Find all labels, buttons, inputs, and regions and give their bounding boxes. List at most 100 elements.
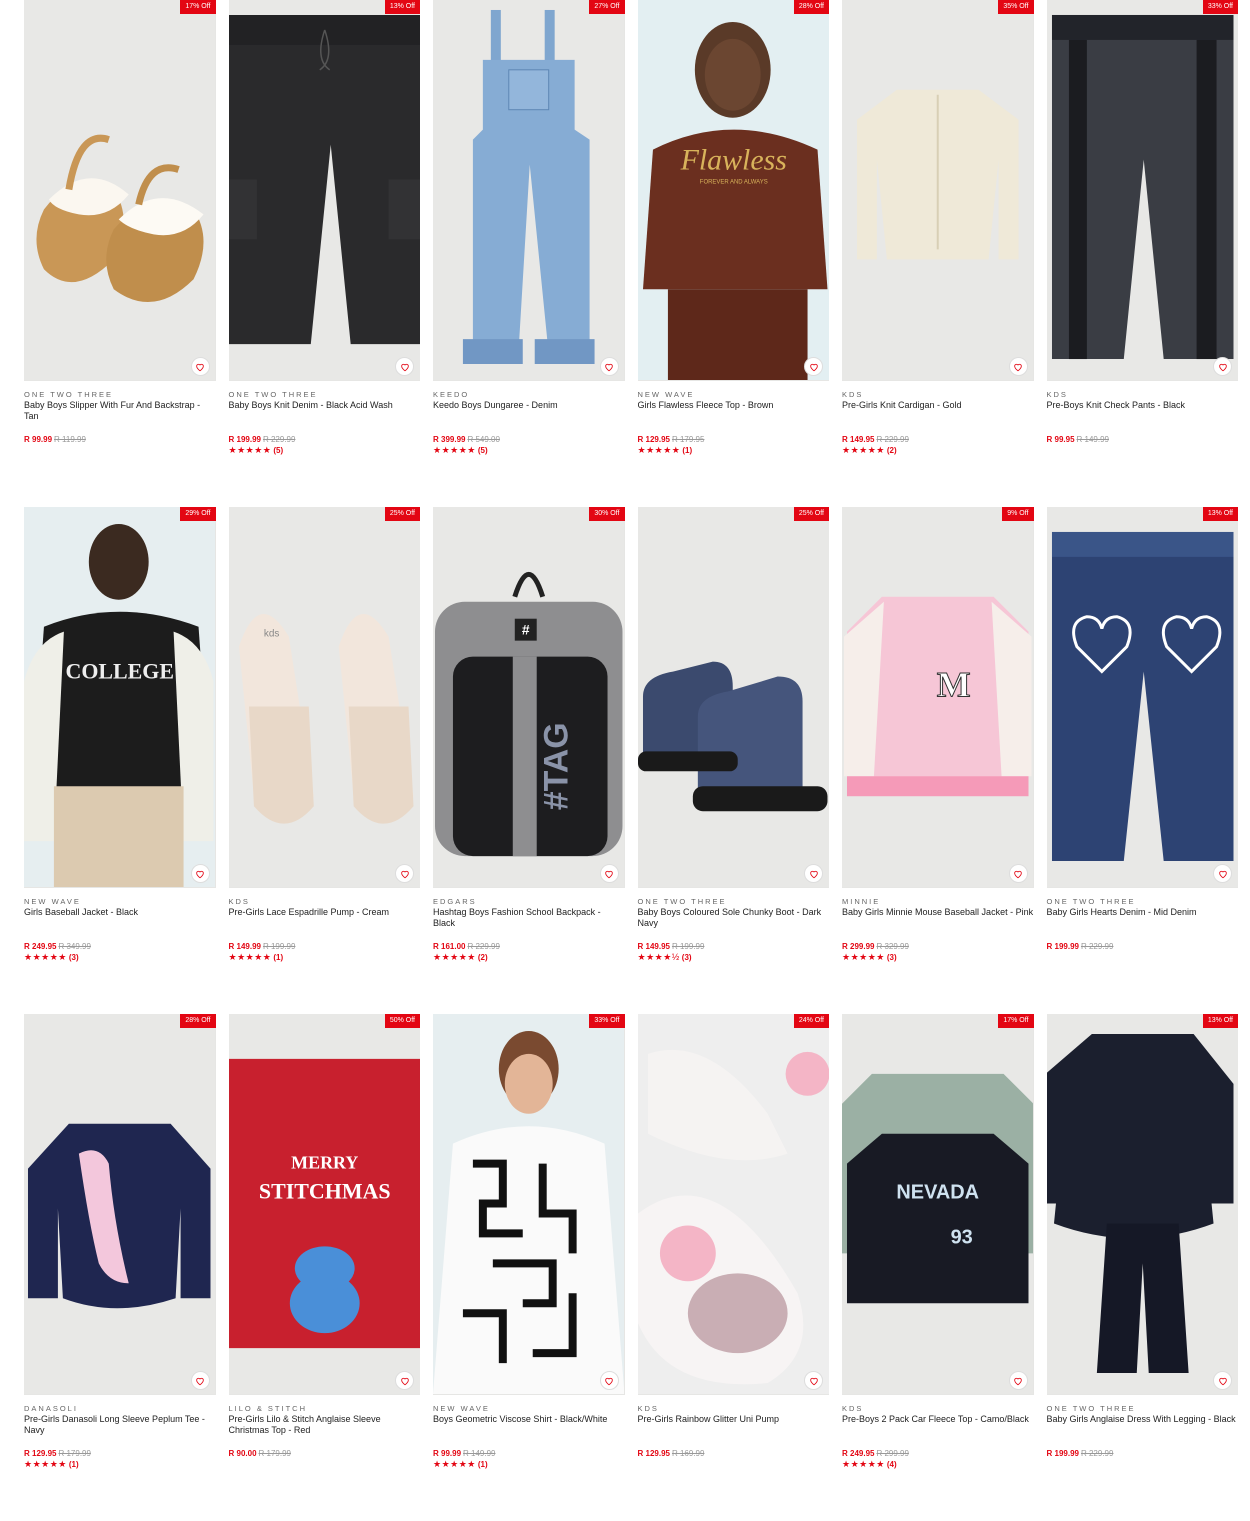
product-name[interactable]: Boys Geometric Viscose Shirt - Black/Whi… bbox=[433, 1414, 625, 1448]
product-rating[interactable] bbox=[1047, 952, 1239, 963]
product-image[interactable]: 24% Off bbox=[637, 1014, 829, 1395]
wishlist-button[interactable] bbox=[1008, 1371, 1028, 1390]
product-image[interactable]: # #TAG 30% Off bbox=[433, 507, 625, 888]
product-rating[interactable] bbox=[1047, 1459, 1239, 1470]
product-card[interactable]: 13% Off ONE TWO THREE Baby Boys Knit Den… bbox=[228, 0, 421, 507]
product-card[interactable]: MERRY STITCHMAS 50% Off LILO & STITCH Pr… bbox=[228, 1014, 421, 1521]
product-image[interactable]: 17% Off bbox=[24, 0, 216, 381]
product-name[interactable]: Pre-Boys Knit Check Pants - Black bbox=[1047, 400, 1239, 434]
product-rating[interactable]: ★★★★★ (4) bbox=[842, 1459, 1034, 1470]
product-image[interactable]: 33% Off bbox=[1046, 0, 1238, 381]
product-name[interactable]: Baby Boys Slipper With Fur And Backstrap… bbox=[24, 400, 216, 434]
product-image[interactable]: 25% Off bbox=[637, 507, 829, 888]
sale-price: R 199.99 bbox=[228, 435, 261, 444]
product-image[interactable]: 35% Off bbox=[842, 0, 1034, 381]
product-image[interactable]: Flawless FOREVER AND ALWAYS 28% Off bbox=[637, 0, 829, 381]
product-name[interactable]: Pre-Girls Lilo & Stitch Anglaise Sleeve … bbox=[229, 1414, 421, 1448]
product-name[interactable]: Girls Flawless Fleece Top - Brown bbox=[638, 400, 830, 434]
product-name[interactable]: Pre-Girls Lace Espadrille Pump - Cream bbox=[229, 907, 421, 941]
product-card[interactable]: COLLEGE 29% Off NEW WAVE Girls Baseball … bbox=[24, 507, 216, 1014]
review-count: (2) bbox=[477, 953, 488, 962]
product-rating[interactable]: ★★★★★ (1) bbox=[229, 952, 421, 963]
product-image[interactable]: 28% Off bbox=[24, 1014, 216, 1395]
product-rating[interactable]: ★★★★★ (2) bbox=[842, 445, 1034, 456]
original-price: R 229.99 bbox=[1080, 1449, 1114, 1458]
product-name[interactable]: Pre-Boys 2 Pack Car Fleece Top - Camo/Bl… bbox=[842, 1414, 1034, 1448]
product-card[interactable]: 33% Off NEW WAVE Boys Geometric Viscose … bbox=[433, 1014, 625, 1521]
product-name[interactable]: Pre-Girls Knit Cardigan - Gold bbox=[842, 400, 1034, 434]
wishlist-button[interactable] bbox=[1213, 1371, 1232, 1390]
product-name[interactable]: Baby Girls Anglaise Dress With Legging -… bbox=[1047, 1414, 1239, 1448]
product-card[interactable]: 24% Off KDS Pre-Girls Rainbow Glitter Un… bbox=[637, 1014, 830, 1521]
product-name[interactable]: Keedo Boys Dungaree - Denim bbox=[433, 400, 625, 434]
product-card[interactable]: 17% Off ONE TWO THREE Baby Boys Slipper … bbox=[24, 0, 216, 507]
wishlist-button[interactable] bbox=[190, 357, 210, 376]
product-name[interactable]: Hashtag Boys Fashion School Backpack - B… bbox=[433, 907, 625, 941]
product-prices: R 249.95 R 349.99 bbox=[24, 941, 216, 952]
product-name[interactable]: Baby Girls Hearts Denim - Mid Denim bbox=[1047, 907, 1239, 941]
product-name[interactable]: Baby Boys Knit Denim - Black Acid Wash bbox=[229, 400, 421, 434]
original-price: R 329.99 bbox=[876, 942, 909, 951]
product-name[interactable]: Pre-Girls Rainbow Glitter Uni Pump bbox=[638, 1414, 830, 1448]
wishlist-button[interactable] bbox=[395, 357, 414, 376]
product-image[interactable]: 33% Off bbox=[433, 1014, 625, 1395]
wishlist-button[interactable] bbox=[190, 864, 210, 883]
wishlist-button[interactable] bbox=[804, 864, 823, 883]
wishlist-button[interactable] bbox=[190, 1371, 210, 1390]
wishlist-button[interactable] bbox=[1008, 357, 1028, 376]
product-rating[interactable]: ★★★★★ (3) bbox=[24, 952, 216, 963]
product-rating[interactable] bbox=[1047, 445, 1239, 456]
product-image[interactable]: MERRY STITCHMAS 50% Off bbox=[228, 1014, 420, 1395]
product-rating[interactable]: ★★★★½ (3) bbox=[638, 952, 830, 963]
product-prices: R 129.95 R 179.95 bbox=[638, 434, 830, 445]
product-image[interactable]: 13% Off bbox=[228, 0, 420, 381]
wishlist-button[interactable] bbox=[1008, 864, 1028, 883]
wishlist-button[interactable] bbox=[395, 864, 414, 883]
product-image[interactable]: 13% Off bbox=[1046, 1014, 1238, 1395]
product-card[interactable]: Flawless FOREVER AND ALWAYS 28% Off NEW … bbox=[637, 0, 830, 507]
product-card[interactable]: kds 25% Off KDS Pre-Girls Lace Espadrill… bbox=[228, 507, 421, 1014]
product-name[interactable]: Pre-Girls Danasoli Long Sleeve Peplum Te… bbox=[24, 1414, 216, 1448]
product-card[interactable]: 33% Off KDS Pre-Boys Knit Check Pants - … bbox=[1046, 0, 1239, 507]
wishlist-button[interactable] bbox=[1213, 357, 1232, 376]
product-rating[interactable]: ★★★★★ (1) bbox=[638, 445, 830, 456]
product-rating[interactable]: ★★★★★ (3) bbox=[842, 952, 1034, 963]
wishlist-button[interactable] bbox=[599, 1371, 619, 1390]
product-rating[interactable]: ★★★★★ (1) bbox=[24, 1459, 216, 1470]
product-rating[interactable]: ★★★★★ (5) bbox=[433, 445, 625, 456]
product-card[interactable]: 35% Off KDS Pre-Girls Knit Cardigan - Go… bbox=[842, 0, 1034, 507]
product-rating[interactable]: ★★★★★ (5) bbox=[229, 445, 421, 456]
product-grid: 17% Off ONE TWO THREE Baby Boys Slipper … bbox=[24, 0, 1238, 1521]
product-card[interactable]: NEVADA 93 17% Off KDS Pre-Boys 2 Pack Ca… bbox=[842, 1014, 1034, 1521]
product-image[interactable]: 27% Off bbox=[433, 0, 625, 381]
product-card[interactable]: M 9% Off MINNIE Baby Girls Minnie Mouse … bbox=[842, 507, 1034, 1014]
product-name[interactable]: Baby Girls Minnie Mouse Baseball Jacket … bbox=[842, 907, 1034, 941]
product-rating[interactable] bbox=[229, 1459, 421, 1470]
product-card[interactable]: 27% Off KEEDO Keedo Boys Dungaree - Deni… bbox=[433, 0, 625, 507]
wishlist-button[interactable] bbox=[599, 864, 619, 883]
product-card[interactable]: 25% Off ONE TWO THREE Baby Boys Coloured… bbox=[637, 507, 830, 1014]
product-rating[interactable] bbox=[638, 1459, 830, 1470]
wishlist-button[interactable] bbox=[1213, 864, 1232, 883]
wishlist-button[interactable] bbox=[804, 1371, 823, 1390]
product-card[interactable]: # #TAG 30% Off EDGARS Hashtag Boys Fashi… bbox=[433, 507, 625, 1014]
product-image[interactable]: M 9% Off bbox=[842, 507, 1034, 888]
product-card[interactable]: 28% Off DANASOLI Pre-Girls Danasoli Long… bbox=[24, 1014, 216, 1521]
product-card[interactable]: 13% Off ONE TWO THREE Baby Girls Hearts … bbox=[1046, 507, 1239, 1014]
original-price: R 229.99 bbox=[467, 942, 500, 951]
wishlist-button[interactable] bbox=[599, 357, 619, 376]
product-image[interactable]: kds 25% Off bbox=[228, 507, 420, 888]
wishlist-button[interactable] bbox=[395, 1371, 414, 1390]
product-name[interactable]: Baby Boys Coloured Sole Chunky Boot - Da… bbox=[638, 907, 830, 941]
product-rating[interactable] bbox=[24, 445, 216, 456]
product-image[interactable]: COLLEGE 29% Off bbox=[24, 507, 216, 888]
product-image[interactable]: NEVADA 93 17% Off bbox=[842, 1014, 1034, 1395]
product-card[interactable]: 13% Off ONE TWO THREE Baby Girls Anglais… bbox=[1046, 1014, 1239, 1521]
product-rating[interactable]: ★★★★★ (2) bbox=[433, 952, 625, 963]
wishlist-button[interactable] bbox=[804, 357, 823, 376]
product-image[interactable]: 13% Off bbox=[1046, 507, 1238, 888]
original-price: R 179.99 bbox=[58, 1449, 91, 1458]
product-rating[interactable]: ★★★★★ (1) bbox=[433, 1459, 625, 1470]
kds-logo-print: kds bbox=[263, 629, 279, 640]
product-name[interactable]: Girls Baseball Jacket - Black bbox=[24, 907, 216, 941]
